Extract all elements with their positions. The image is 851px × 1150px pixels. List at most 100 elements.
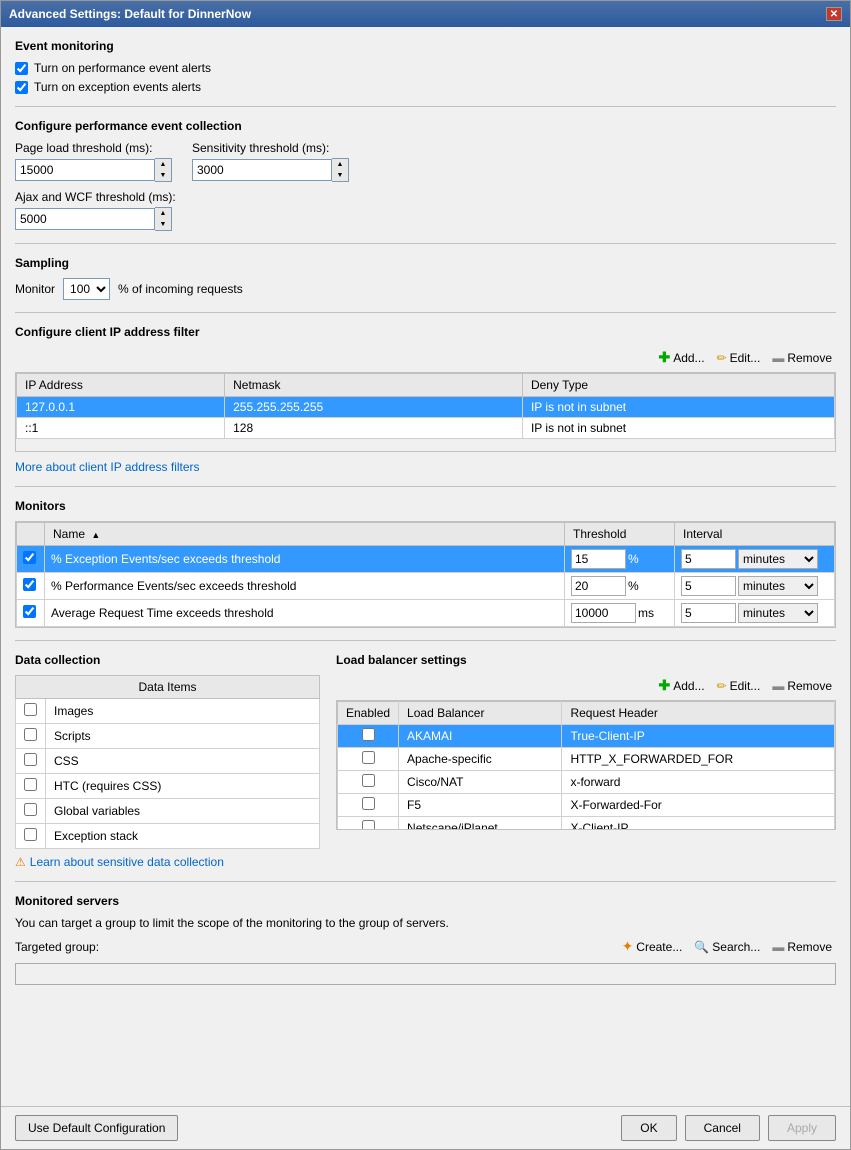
ip-edit-button[interactable]: ✏ Edit... — [713, 349, 765, 367]
sensitivity-spinner-btns: ▲ ▼ — [332, 158, 349, 182]
monitor-threshold-input[interactable] — [571, 576, 626, 596]
monitor-threshold-cell: % — [565, 546, 675, 573]
page-load-spin-down[interactable]: ▼ — [155, 170, 171, 181]
targeted-group-input[interactable] — [15, 963, 836, 985]
lb-enabled-checkbox[interactable] — [362, 797, 375, 810]
lb-enabled-checkbox[interactable] — [362, 751, 375, 764]
table-row: HTC (requires CSS) — [16, 774, 320, 799]
monitor-threshold-input[interactable] — [571, 549, 626, 569]
exception-alerts-checkbox[interactable] — [15, 81, 28, 94]
table-row[interactable]: Cisco/NAT x-forward — [338, 771, 835, 794]
search-button[interactable]: 🔍 Search... — [690, 938, 764, 956]
page-load-spinner: ▲ ▼ — [15, 158, 172, 182]
page-load-spin-up[interactable]: ▲ — [155, 159, 171, 170]
lb-remove-icon: ▬ — [772, 679, 784, 693]
monitor-check-cell — [17, 573, 45, 600]
monitor-interval-select[interactable]: minutes hours — [738, 576, 818, 596]
sampling-select[interactable]: 100 75 50 25 10 — [63, 278, 110, 300]
search-label: Search... — [712, 940, 760, 954]
ip-edit-icon: ✏ — [717, 351, 727, 365]
lb-add-label: Add... — [673, 679, 704, 693]
monitor-interval-input[interactable] — [681, 549, 736, 569]
ajax-spin-up[interactable]: ▲ — [155, 208, 171, 219]
lb-remove-label: Remove — [787, 679, 832, 693]
sensitivity-spin-down[interactable]: ▼ — [332, 170, 348, 181]
monitor-interval-select[interactable]: minutes hours — [738, 549, 818, 569]
threshold-unit: % — [628, 552, 639, 566]
images-checkbox[interactable] — [24, 703, 37, 716]
table-row[interactable]: F5 X-Forwarded-For — [338, 794, 835, 817]
ip-remove-label: Remove — [787, 351, 832, 365]
monitor-check-header — [17, 523, 45, 546]
ip-more-link[interactable]: More about client IP address filters — [15, 460, 200, 474]
css-checkbox[interactable] — [24, 753, 37, 766]
monitor-name-cell: % Exception Events/sec exceeds threshold — [45, 546, 565, 573]
data-collection-section: Data collection Data Items Images — [15, 653, 320, 869]
lb-enabled-checkbox[interactable] — [362, 728, 375, 741]
table-row[interactable]: % Exception Events/sec exceeds threshold… — [17, 546, 835, 573]
monitor-interval-input[interactable] — [681, 576, 736, 596]
divider-5 — [15, 640, 836, 641]
targeted-input-row — [15, 963, 836, 985]
search-icon: 🔍 — [694, 940, 709, 954]
table-row[interactable]: AKAMAI True-Client-IP — [338, 725, 835, 748]
monitor-checkbox[interactable] — [23, 578, 36, 591]
data-item-label: Scripts — [46, 724, 320, 749]
table-row[interactable]: Average Request Time exceeds threshold m… — [17, 600, 835, 627]
main-window: Advanced Settings: Default for DinnerNow… — [0, 0, 851, 1150]
table-row[interactable]: ::1 128 IP is not in subnet — [17, 418, 835, 439]
scripts-checkbox[interactable] — [24, 728, 37, 741]
sampling-percent-label: % of incoming requests — [118, 282, 243, 296]
table-row: CSS — [16, 749, 320, 774]
global-vars-checkbox[interactable] — [24, 803, 37, 816]
group-actions: ✦ Create... 🔍 Search... ▬ Remove — [618, 936, 836, 957]
monitor-interval-select[interactable]: minutes hours — [738, 603, 818, 623]
lb-enabled-checkbox[interactable] — [362, 820, 375, 830]
monitor-threshold-input[interactable] — [571, 603, 636, 623]
monitor-interval-input[interactable] — [681, 603, 736, 623]
lb-edit-button[interactable]: ✏ Edit... — [713, 677, 765, 695]
divider-6 — [15, 881, 836, 882]
cancel-button[interactable]: Cancel — [685, 1115, 760, 1141]
exception-stack-checkbox[interactable] — [24, 828, 37, 841]
group-remove-button[interactable]: ▬ Remove — [768, 938, 836, 956]
ip-add-button[interactable]: ✚ Add... — [654, 347, 708, 368]
page-load-label: Page load threshold (ms): — [15, 141, 172, 155]
ok-button[interactable]: OK — [621, 1115, 676, 1141]
create-button[interactable]: ✦ Create... — [618, 936, 687, 957]
lb-remove-button[interactable]: ▬ Remove — [768, 677, 836, 695]
table-row[interactable]: Netscape/iPlanet X-Client-IP — [338, 817, 835, 831]
close-button[interactable]: ✕ — [826, 7, 842, 21]
sensitive-data-link[interactable]: Learn about sensitive data collection — [30, 855, 224, 869]
targeted-group-label: Targeted group: — [15, 940, 99, 954]
apply-button[interactable]: Apply — [768, 1115, 836, 1141]
use-default-button[interactable]: Use Default Configuration — [15, 1115, 178, 1141]
table-row[interactable]: Apache-specific HTTP_X_FORWARDED_FOR — [338, 748, 835, 771]
data-collection-title: Data collection — [15, 653, 320, 667]
sort-icon: ▲ — [91, 530, 100, 540]
lb-name-cell: AKAMAI — [399, 725, 562, 748]
lb-header-cell: HTTP_X_FORWARDED_FOR — [562, 748, 835, 771]
monitored-servers-section: Monitored servers You can target a group… — [15, 894, 836, 985]
htc-checkbox[interactable] — [24, 778, 37, 791]
sensitivity-spin-up[interactable]: ▲ — [332, 159, 348, 170]
sensitivity-input[interactable] — [192, 159, 332, 181]
data-item-check-cell — [16, 749, 46, 774]
perf-alerts-checkbox[interactable] — [15, 62, 28, 75]
data-item-check-cell — [16, 699, 46, 724]
threshold-row: Page load threshold (ms): ▲ ▼ Sensitivit… — [15, 141, 836, 182]
lb-enabled-checkbox[interactable] — [362, 774, 375, 787]
monitor-name-header: Name ▲ — [45, 523, 565, 546]
table-row[interactable]: 127.0.0.1 255.255.255.255 IP is not in s… — [17, 397, 835, 418]
monitor-checkbox[interactable] — [23, 605, 36, 618]
ajax-spin-down[interactable]: ▼ — [155, 219, 171, 230]
table-row[interactable]: % Performance Events/sec exceeds thresho… — [17, 573, 835, 600]
monitor-interval-cell: minutes hours — [675, 600, 835, 627]
lb-add-button[interactable]: ✚ Add... — [654, 675, 708, 696]
monitor-interval-header: Interval — [675, 523, 835, 546]
page-load-input[interactable] — [15, 159, 155, 181]
monitor-checkbox[interactable] — [23, 551, 36, 564]
ajax-input[interactable] — [15, 208, 155, 230]
monitor-interval-cell: minutes hours — [675, 546, 835, 573]
ip-remove-button[interactable]: ▬ Remove — [768, 349, 836, 367]
